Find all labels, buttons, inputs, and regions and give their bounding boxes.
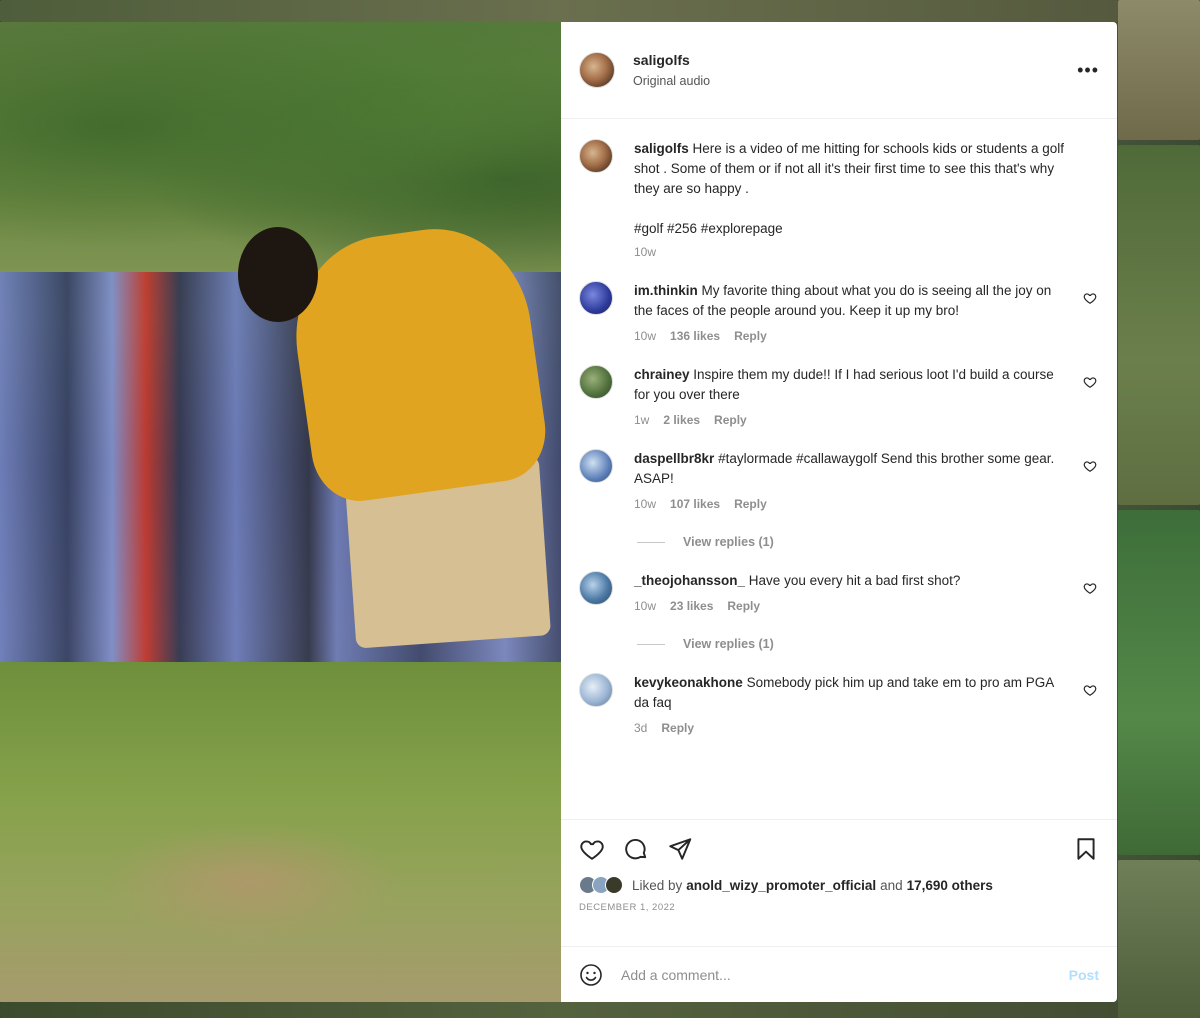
comment-text: daspellbr8kr #taylormade #callawaygolf S…	[634, 449, 1063, 489]
comment-username[interactable]: _theojohansson_	[634, 573, 745, 588]
avatar[interactable]	[579, 673, 613, 707]
comment-meta: 10w 136 likes Reply	[634, 329, 1063, 343]
replies-divider	[637, 643, 665, 645]
comment-input[interactable]	[621, 966, 1069, 983]
comment: kevykeonakhone Somebody pick him up and …	[579, 673, 1099, 735]
heart-icon[interactable]	[1083, 581, 1097, 595]
reply-button[interactable]: Reply	[734, 329, 767, 343]
caption-age: 10w	[634, 245, 657, 259]
comment-age: 1w	[634, 413, 650, 427]
comment-age: 10w	[634, 599, 657, 613]
view-replies-label[interactable]: View replies (1)	[683, 637, 774, 651]
avatar[interactable]	[579, 365, 613, 399]
reply-button[interactable]: Reply	[661, 721, 694, 735]
post-video[interactable]	[0, 22, 561, 1002]
post-actions: Liked by anold_wizy_promoter_official an…	[561, 819, 1117, 913]
avatar[interactable]	[579, 139, 613, 173]
add-comment-bar: Post	[561, 946, 1117, 1002]
caption-meta: 10w	[634, 245, 1079, 259]
liked-by-others[interactable]: 17,690 others	[907, 878, 993, 893]
feed-thumbnail[interactable]	[1118, 0, 1200, 140]
comment-meta: 3d Reply	[634, 721, 1063, 735]
more-options-icon[interactable]: •••	[1077, 61, 1099, 79]
comment-likes[interactable]: 2 likes	[663, 413, 700, 427]
comment-likes[interactable]: 136 likes	[670, 329, 720, 343]
emoji-icon[interactable]	[579, 963, 603, 987]
liked-by-prefix: Liked by	[632, 877, 683, 893]
comment-body: Inspire them my dude!! If I had serious …	[634, 367, 1054, 402]
feed-thumbnail[interactable]	[1118, 145, 1200, 505]
feed-thumbnail[interactable]	[1118, 860, 1200, 1018]
comment-meta: 10w 107 likes Reply	[634, 497, 1063, 511]
comment-meta: 1w 2 likes Reply	[634, 413, 1063, 427]
view-replies-label[interactable]: View replies (1)	[683, 535, 774, 549]
comment-likes[interactable]: 23 likes	[670, 599, 713, 613]
reply-button[interactable]: Reply	[734, 497, 767, 511]
comment-username[interactable]: kevykeonakhone	[634, 675, 743, 690]
comment-text: _theojohansson_ Have you every hit a bad…	[634, 571, 1063, 591]
caption-text: saligolfs Here is a video of me hitting …	[634, 139, 1079, 199]
comment-username[interactable]: daspellbr8kr	[634, 451, 714, 466]
avatar[interactable]	[579, 571, 613, 605]
video-dust	[100, 822, 400, 942]
avatar[interactable]	[579, 449, 613, 483]
heart-icon[interactable]	[1083, 459, 1097, 473]
comment: chrainey Inspire them my dude!! If I had…	[579, 365, 1099, 427]
comments-list[interactable]: saligolfs Here is a video of me hitting …	[561, 119, 1117, 819]
feed-strip-top	[0, 0, 1118, 22]
audio-label[interactable]: Original audio	[633, 74, 1077, 88]
reply-button[interactable]: Reply	[714, 413, 747, 427]
action-icons	[579, 834, 1099, 864]
bookmark-icon[interactable]	[1073, 836, 1099, 862]
avatar[interactable]	[579, 52, 615, 88]
comment-text: chrainey Inspire them my dude!! If I had…	[634, 365, 1063, 405]
comment-body: Have you every hit a bad first shot?	[748, 573, 961, 588]
comment: daspellbr8kr #taylormade #callawaygolf S…	[579, 449, 1099, 511]
view-replies-button[interactable]: View replies (1)	[637, 637, 1099, 651]
view-replies-button[interactable]: View replies (1)	[637, 535, 1099, 549]
liker-avatars[interactable]	[579, 876, 623, 894]
post-date[interactable]: DECEMBER 1, 2022	[579, 902, 1099, 913]
feed-thumbnail[interactable]	[1118, 510, 1200, 855]
heart-icon[interactable]	[1083, 375, 1097, 389]
comment-age: 10w	[634, 497, 657, 511]
comment-icon[interactable]	[623, 836, 649, 862]
reply-button[interactable]: Reply	[727, 599, 760, 613]
comment-age: 3d	[634, 721, 648, 735]
post-author: saligolfs Original audio	[633, 52, 1077, 88]
comment-age: 10w	[634, 329, 657, 343]
share-icon[interactable]	[667, 836, 693, 862]
post-side-panel: saligolfs Original audio ••• saligolfs H…	[561, 22, 1117, 1002]
heart-icon[interactable]	[1083, 291, 1097, 305]
comment-text: im.thinkin My favorite thing about what …	[634, 281, 1063, 321]
comment-username[interactable]: chrainey	[634, 367, 690, 382]
avatar[interactable]	[579, 281, 613, 315]
comment: im.thinkin My favorite thing about what …	[579, 281, 1099, 343]
comment: _theojohansson_ Have you every hit a bad…	[579, 571, 1099, 613]
heart-icon[interactable]	[1083, 683, 1097, 697]
comment-username[interactable]: im.thinkin	[634, 283, 698, 298]
video-golfer-head	[238, 227, 318, 322]
comment-meta: 10w 23 likes Reply	[634, 599, 1063, 613]
liked-by-user[interactable]: anold_wizy_promoter_official	[686, 878, 876, 893]
author-username[interactable]: saligolfs	[633, 52, 1077, 68]
replies-divider	[637, 541, 665, 543]
post-button[interactable]: Post	[1069, 967, 1099, 983]
caption: saligolfs Here is a video of me hitting …	[579, 139, 1099, 259]
feed-strip-bottom	[0, 1002, 1118, 1018]
liked-by-and: and	[880, 877, 903, 893]
caption-username[interactable]: saligolfs	[634, 141, 689, 156]
comment-text: kevykeonakhone Somebody pick him up and …	[634, 673, 1063, 713]
caption-hashtags[interactable]: #golf #256 #explorepage	[634, 219, 1079, 239]
liked-by-summary: Liked by anold_wizy_promoter_official an…	[579, 876, 1099, 894]
post-header: saligolfs Original audio •••	[561, 22, 1117, 119]
caption-body: Here is a video of me hitting for school…	[634, 141, 1064, 196]
comment-likes[interactable]: 107 likes	[670, 497, 720, 511]
heart-icon[interactable]	[579, 836, 605, 862]
